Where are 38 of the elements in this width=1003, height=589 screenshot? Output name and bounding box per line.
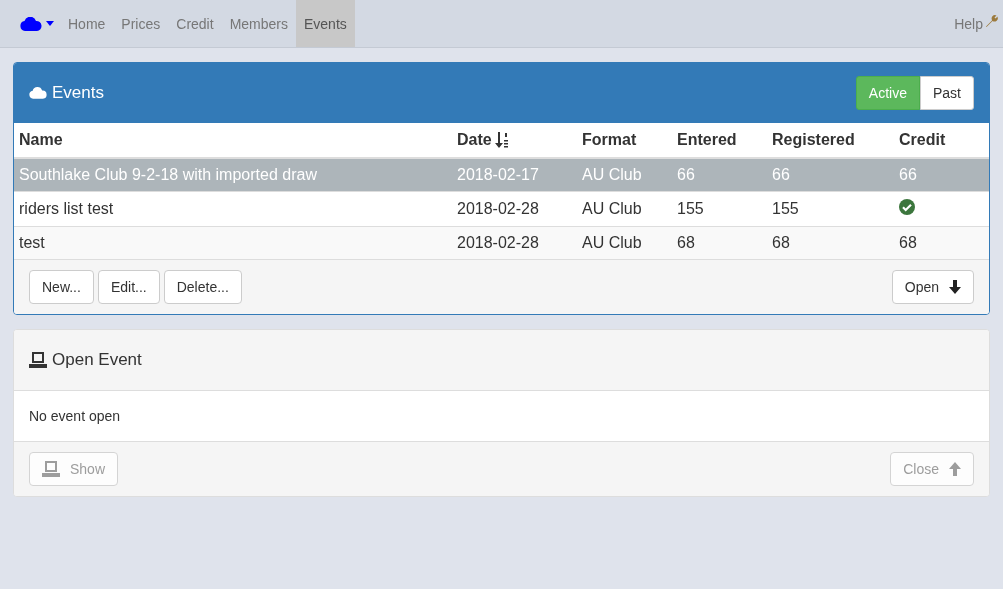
- table-cell: 2018-02-28: [452, 226, 577, 259]
- table-cell: AU Club: [577, 158, 672, 192]
- wrench-icon: [985, 13, 999, 28]
- caret-icon: [46, 21, 54, 26]
- table-cell: 2018-02-17: [452, 158, 577, 192]
- action-button[interactable]: Edit...: [97, 270, 160, 304]
- arrow-down-icon: [949, 280, 961, 294]
- status-message: No event open: [29, 408, 121, 424]
- filter-toggle[interactable]: Past: [920, 76, 974, 110]
- action-button[interactable]: New...: [29, 270, 94, 304]
- arrow-up-icon: [949, 462, 961, 476]
- table-cell: 2018-02-28: [452, 191, 577, 227]
- table-cell: 66: [672, 158, 767, 192]
- cloud-menu[interactable]: [20, 16, 54, 31]
- table-cell: 68: [672, 226, 767, 259]
- laptop-icon: [29, 352, 47, 368]
- table-cell: AU Club: [577, 191, 672, 227]
- table-cell: 68: [767, 226, 894, 259]
- action-button[interactable]: Delete...: [163, 270, 242, 304]
- panel-title: Open Event: [52, 350, 142, 370]
- cloud-icon: [29, 87, 47, 99]
- check-circle-icon: [899, 199, 915, 215]
- table-cell: 66: [894, 158, 989, 192]
- table-cell: AU Club: [577, 226, 672, 259]
- open-button[interactable]: Open: [891, 270, 974, 304]
- table-cell: 66: [767, 158, 894, 192]
- table-cell: test: [14, 226, 452, 259]
- table-cell: Southlake Club 9-2-18 with imported draw: [14, 158, 452, 192]
- table-cell: 155: [672, 191, 767, 227]
- table-row[interactable]: test 2018-02-28 AU Club 68 68 68: [14, 226, 989, 259]
- cloud-icon: [20, 16, 42, 31]
- table-row[interactable]: riders list test 2018-02-28 AU Club 155 155: [14, 191, 989, 227]
- table-cell: riders list test: [14, 191, 452, 227]
- laptop-icon: [42, 461, 60, 477]
- table-cell: 155: [767, 191, 894, 227]
- nav-tab[interactable]: Events: [296, 0, 355, 47]
- panel-title: Events: [52, 83, 104, 103]
- table-cell: 68: [894, 226, 989, 259]
